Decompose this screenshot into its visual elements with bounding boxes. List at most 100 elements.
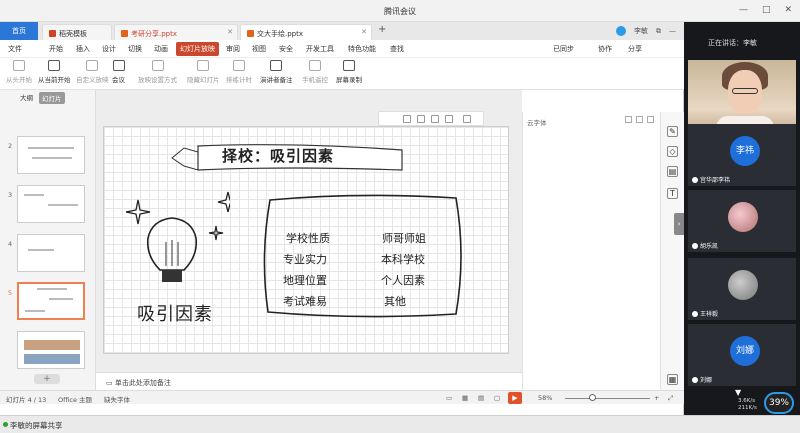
tab-home[interactable]: 首页 [0,22,38,40]
new-tab-button[interactable]: + [378,24,386,35]
tool-label: 隐藏幻灯片 [187,76,220,84]
zoom-slider-handle[interactable] [589,394,596,401]
settings-icon[interactable] [636,116,643,123]
theme-name[interactable]: Office 主题 [58,394,92,404]
more-icon[interactable]: ▦ [667,374,678,385]
menu-transition[interactable]: 切换 [128,44,142,54]
layout-icon[interactable]: ▤ [667,166,678,177]
minimize-icon[interactable]: — [669,27,676,35]
tab-slides[interactable]: 幻灯片 [39,92,65,104]
phone-remote-button[interactable]: 手机遥控 [302,60,328,84]
window-titlebar: 腾讯会议 — □ ✕ [0,0,800,22]
factor-item[interactable]: 师哥师姐 [382,230,426,246]
screen-record-button[interactable]: 屏幕录制 [336,60,362,84]
tab-outline[interactable]: 大纲 [20,92,33,104]
add-slide-button[interactable]: + [34,374,60,384]
factor-item[interactable]: 地理位置 [283,272,327,288]
menu-devtools[interactable]: 开发工具 [306,44,334,54]
rehearse-button[interactable]: 排练计时 [226,60,252,84]
dropdown-icon[interactable] [463,115,471,123]
participant-tile[interactable]: 李祎 宫华邵李祎 [688,124,796,186]
print-icon[interactable] [417,115,425,123]
sorter-view-icon[interactable]: ▦ [462,394,468,402]
setup-icon [151,60,164,71]
menu-file[interactable]: 文件 [8,44,22,54]
play-slideshow-button[interactable]: ▶ [508,392,522,404]
shape-icon[interactable]: ◇ [667,146,678,157]
cpu-usage-badge[interactable]: 39% [764,392,794,414]
factor-item[interactable]: 本科学校 [381,251,425,267]
custom-show-icon [86,60,99,71]
normal-view-icon[interactable]: ▭ [446,394,452,402]
pin-icon[interactable] [625,116,632,123]
fit-icon[interactable]: ⤢ [668,394,673,403]
play-icon [48,60,61,71]
menu-animation[interactable]: 动画 [154,44,168,54]
slide-thumbnail-4[interactable] [17,234,85,272]
minimize-icon[interactable]: — [739,5,748,15]
slide-subtitle[interactable]: 吸引因素 [137,300,213,326]
image-icon[interactable] [431,115,439,123]
menu-start[interactable]: 开始 [49,44,63,54]
slide-thumbnail-2[interactable] [17,136,85,174]
copy-icon[interactable] [403,115,411,123]
menu-slideshow[interactable]: 幻灯片放映 [176,42,219,56]
menu-search[interactable]: 查找 [390,44,404,54]
notes-view-icon[interactable]: ▢ [494,394,500,402]
undo-icon[interactable] [445,115,453,123]
collab-button[interactable]: 协作 [598,44,612,54]
zoom-in-icon[interactable]: + [654,394,659,402]
tab-doc-jiaoda[interactable]: 交大手绘.pptx ✕ [240,24,372,40]
panel-collapse-button[interactable]: › [674,213,684,235]
reading-view-icon[interactable]: ▤ [478,394,484,402]
show-setup-button[interactable]: 放映设置方式 [138,60,177,84]
menu-insert[interactable]: 插入 [76,44,90,54]
maximize-icon[interactable]: □ [762,5,771,15]
text-icon[interactable]: T [667,188,678,199]
zoom-slider[interactable] [565,398,650,399]
speaker-notes-button[interactable]: 演讲者备注 [260,60,293,84]
close-tab-icon[interactable]: ✕ [361,28,367,36]
expand-panel-icon[interactable]: ▼ [735,388,741,397]
factor-item[interactable]: 学校性质 [286,230,330,246]
participant-tile[interactable]: 刘娜 刘娜 [688,324,796,386]
menu-security[interactable]: 安全 [279,44,293,54]
sparkle-icon [208,225,224,241]
participant-tile[interactable]: 王祥毅 [688,258,796,320]
hide-slide-button[interactable]: 隐藏幻灯片 [187,60,220,84]
participant-tile[interactable]: 胡乐凯 [688,190,796,252]
notes-area[interactable]: ▭ 单击此处添加备注 [96,372,522,390]
menu-features[interactable]: 特色功能 [348,44,376,54]
restore-icon[interactable]: ⧉ [656,27,661,36]
from-beginning-button[interactable]: 从头开始 [6,60,32,84]
menu-view[interactable]: 视图 [252,44,266,54]
user-name[interactable]: 李敏 [634,26,648,36]
tab-templates[interactable]: 稻壳模板 [42,24,112,40]
slide-thumbnail-5-selected[interactable] [17,282,85,320]
missing-font-label[interactable]: 缺失字体 [104,394,130,404]
factor-item[interactable]: 考试难易 [283,293,327,309]
menu-design[interactable]: 设计 [102,44,116,54]
menu-review[interactable]: 审阅 [226,44,240,54]
factor-item[interactable]: 其他 [384,293,406,309]
close-icon[interactable] [647,116,654,123]
sync-status[interactable]: 已同步 [553,44,574,54]
close-tab-icon[interactable]: ✕ [227,28,233,36]
tool-label: 自定义放映 [76,76,109,84]
factor-item[interactable]: 个人因素 [381,272,425,288]
sparkle-icon [217,191,230,213]
slide-title[interactable]: 择校：吸引因素 [222,145,334,166]
docer-icon [49,30,56,37]
meeting-button[interactable]: 会议 [112,60,125,84]
user-avatar[interactable] [616,26,626,36]
close-icon[interactable]: ✕ [784,5,792,15]
slide-thumbnail-3[interactable] [17,185,85,223]
slide-thumbnail-6[interactable] [17,331,85,369]
zoom-level[interactable]: 58% [538,394,552,402]
custom-show-button[interactable]: 自定义放映 [76,60,109,84]
from-current-button[interactable]: 从当前开始 [38,60,71,84]
share-button[interactable]: 分享 [628,44,642,54]
tab-doc-kaoyan[interactable]: 考研分享.pptx ✕ [114,24,238,40]
style-icon[interactable]: ✎ [667,126,678,137]
factor-item[interactable]: 专业实力 [283,251,327,267]
